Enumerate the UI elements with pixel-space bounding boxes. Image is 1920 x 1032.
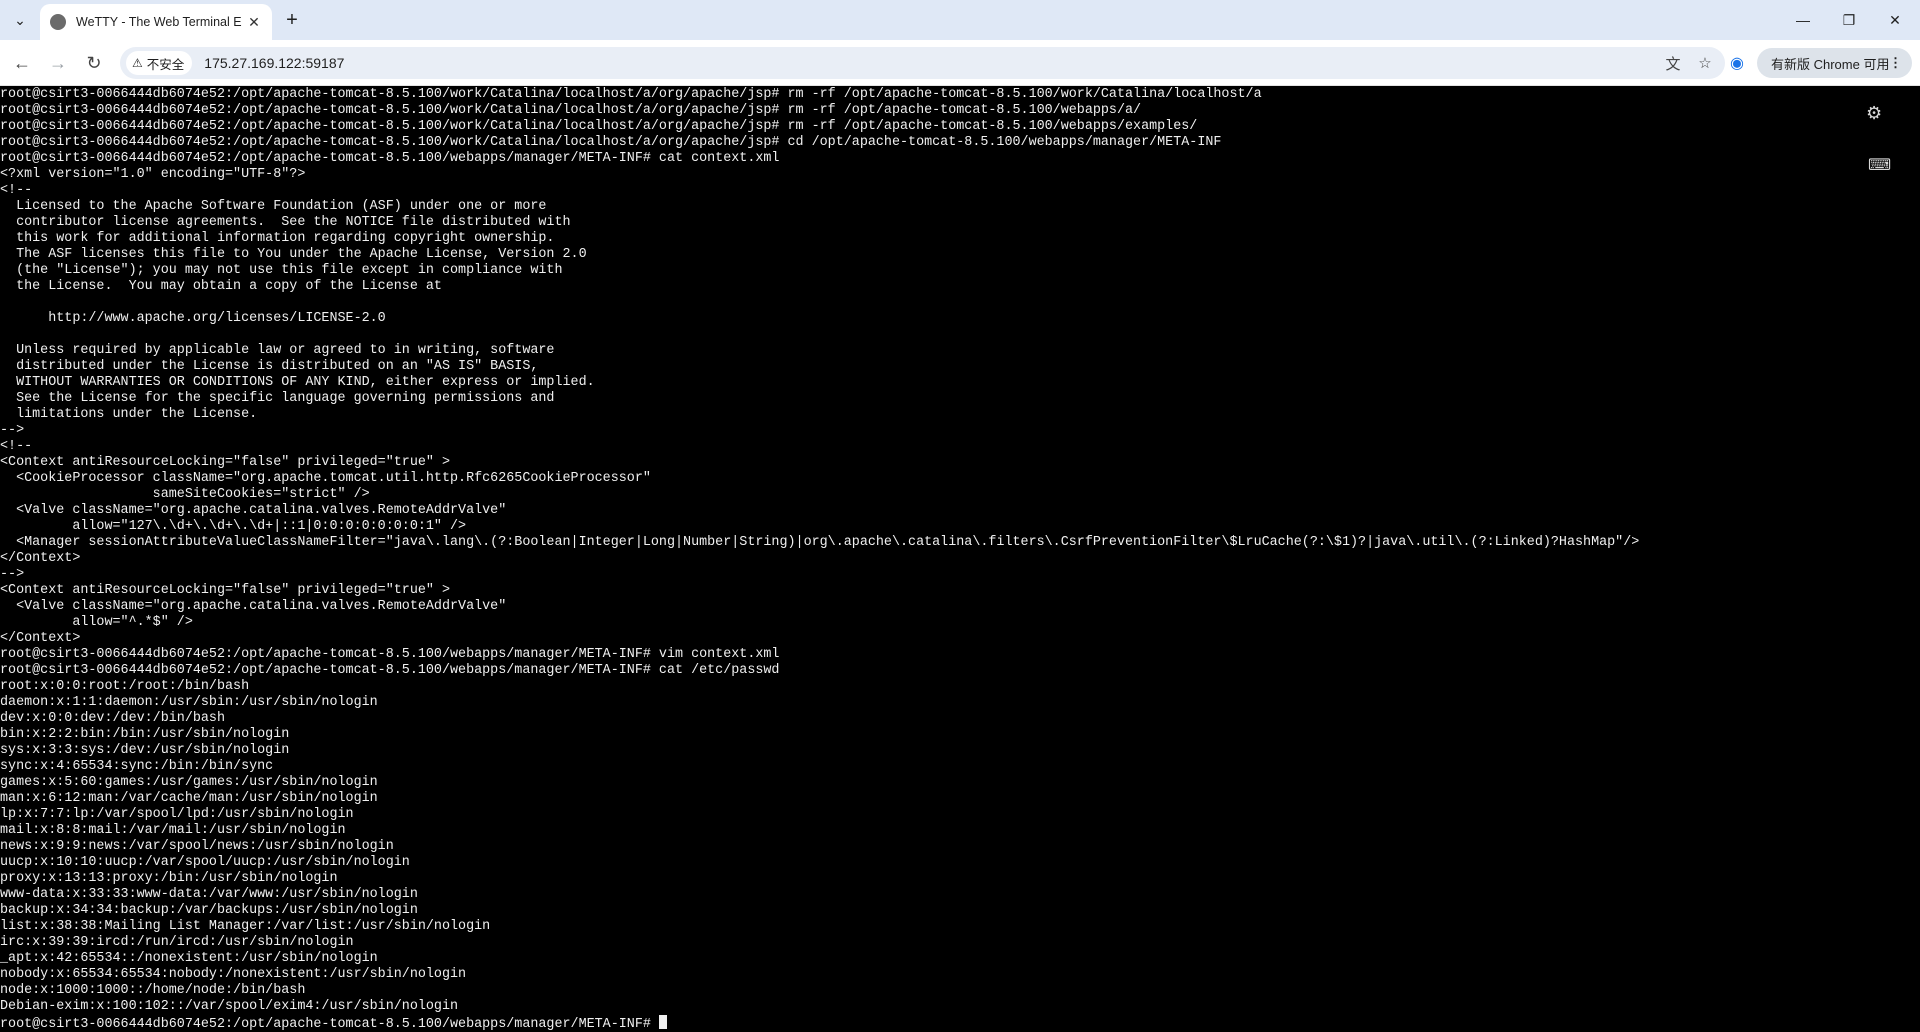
translate-icon[interactable]: 文 [1661,51,1685,75]
terminal-line: root@csirt3-0066444db6074e52:/opt/apache… [0,647,780,662]
profile-icon[interactable]: ◉ [1723,49,1751,77]
terminal-line: games:x:5:60:games:/usr/games:/usr/sbin/… [0,775,378,790]
terminal-line: See the License for the specific languag… [0,391,555,406]
security-chip[interactable]: ⚠ 不安全 [126,51,193,75]
tab-wetty[interactable]: WeTTY - The Web Terminal E ✕ [40,4,272,40]
terminal-line: the License. You may obtain a copy of th… [0,279,442,294]
terminal-line: WITHOUT WARRANTIES OR CONDITIONS OF ANY … [0,375,595,390]
restore-icon[interactable]: ❐ [1826,0,1872,40]
terminal-prompt: root@csirt3-0066444db6074e52:/opt/apache… [0,1017,659,1032]
terminal-line: </Context> [0,631,81,646]
terminal-line: man:x:6:12:man:/var/cache/man:/usr/sbin/… [0,791,378,806]
terminal-line: sync:x:4:65534:sync:/bin:/bin/sync [0,759,274,774]
terminal-line: backup:x:34:34:backup:/var/backups:/usr/… [0,903,418,918]
terminal-line: Licensed to the Apache Software Foundati… [0,199,547,214]
terminal-line: irc:x:39:39:ircd:/run/ircd:/usr/sbin/nol… [0,935,354,950]
url-text[interactable]: 175.27.169.122:59187 [204,55,344,71]
reload-icon[interactable]: ↻ [80,49,108,77]
terminal-line: nobody:x:65534:65534:nobody:/nonexistent… [0,967,467,982]
terminal-line: <!-- [0,183,33,198]
terminal-line: proxy:x:13:13:proxy:/bin:/usr/sbin/nolog… [0,871,338,886]
warning-icon: ⚠ [132,56,143,70]
terminal-line: <Valve className="org.apache.catalina.va… [0,599,507,614]
terminal-prompt-line[interactable]: root@csirt3-0066444db6074e52:/opt/apache… [0,1015,667,1032]
back-arrow-icon[interactable]: ← [8,49,36,77]
terminal-line: daemon:x:1:1:daemon:/usr/sbin:/usr/sbin/… [0,695,378,710]
terminal-line: bin:x:2:2:bin:/bin:/usr/sbin/nologin [0,727,290,742]
terminal-line: </Context> [0,551,81,566]
terminal-line: --> [0,567,25,582]
terminal-line: limitations under the License. [0,407,258,422]
terminal-line: The ASF licenses this file to You under … [0,247,587,262]
terminal-line: _apt:x:42:65534::/nonexistent:/usr/sbin/… [0,951,378,966]
terminal-line: <!-- [0,439,33,454]
terminal-line: news:x:9:9:news:/var/spool/news:/usr/sbi… [0,839,394,854]
terminal-line: uucp:x:10:10:uucp:/var/spool/uucp:/usr/s… [0,855,410,870]
terminal-line: lp:x:7:7:lp:/var/spool/lpd:/usr/sbin/nol… [0,807,354,822]
terminal-line: <Valve className="org.apache.catalina.va… [0,503,507,518]
chevron-down-icon[interactable]: ⌄ [8,8,32,32]
terminal-line: root@csirt3-0066444db6074e52:/opt/apache… [0,87,1262,102]
terminal-line: sameSiteCookies="strict" /> [0,487,370,502]
more-vert-icon[interactable]: ⋮ [1889,55,1902,71]
address-bar[interactable]: ⚠ 不安全 175.27.169.122:59187 文 ☆ [120,47,1725,79]
browser-toolbar: ← → ↻ ⚠ 不安全 175.27.169.122:59187 文 ☆ ◉ 有… [0,40,1920,86]
terminal-line: allow="^.*$" /> [0,615,193,630]
update-label: 有新版 Chrome 可用 [1771,56,1890,72]
terminal-line: <CookieProcessor className="org.apache.t… [0,471,651,486]
terminal-line: Unless required by applicable law or agr… [0,343,555,358]
terminal-line: root:x:0:0:root:/root:/bin/bash [0,679,250,694]
terminal-line: root@csirt3-0066444db6074e52:/opt/apache… [0,119,1198,134]
terminal-line: http://www.apache.org/licenses/LICENSE-2… [0,311,386,326]
terminal-line: distributed under the License is distrib… [0,359,539,374]
terminal-line: allow="127\.\d+\.\d+\.\d+|::1|0:0:0:0:0:… [0,519,467,534]
terminal-line: dev:x:0:0:dev:/dev:/bin/bash [0,711,225,726]
terminal-line: sys:x:3:3:sys:/dev:/usr/sbin/nologin [0,743,290,758]
terminal-cursor [658,1015,667,1029]
terminal-line: list:x:38:38:Mailing List Manager:/var/l… [0,919,491,934]
terminal-line: root@csirt3-0066444db6074e52:/opt/apache… [0,663,780,678]
keyboard-icon[interactable]: ⌨ [1868,155,1891,175]
globe-icon [50,14,66,30]
update-chrome-button[interactable]: 有新版 Chrome 可用 ⋮ [1757,48,1912,78]
terminal-line: Debian-exim:x:100:102::/var/spool/exim4:… [0,999,459,1014]
terminal-line: <Manager sessionAttributeValueClassNameF… [0,535,1640,550]
terminal-line: root@csirt3-0066444db6074e52:/opt/apache… [0,135,1222,150]
terminal-line: node:x:1000:1000::/home/node:/bin/bash [0,983,306,998]
close-window-icon[interactable]: ✕ [1872,0,1918,40]
terminal-output: root@csirt3-0066444db6074e52:/opt/apache… [0,87,1860,1015]
gears-icon[interactable]: ⚙ [1866,103,1882,124]
forward-arrow-icon[interactable]: → [44,49,72,77]
terminal-line: this work for additional information reg… [0,231,555,246]
tab-strip: ⌄ WeTTY - The Web Terminal E ✕ + — ❐ ✕ [0,0,1920,40]
plus-icon[interactable]: + [280,8,304,32]
minimize-icon[interactable]: — [1780,0,1826,40]
star-icon[interactable]: ☆ [1693,51,1717,75]
security-label: 不安全 [146,57,185,72]
terminal-line: contributor license agreements. See the … [0,215,571,230]
terminal-line: mail:x:8:8:mail:/var/mail:/usr/sbin/nolo… [0,823,346,838]
close-icon[interactable]: ✕ [244,12,264,32]
terminal-line: <?xml version="1.0" encoding="UTF-8"?> [0,167,306,182]
terminal-line: root@csirt3-0066444db6074e52:/opt/apache… [0,151,780,166]
terminal-line: <Context antiResourceLocking="false" pri… [0,455,450,470]
terminal[interactable]: root@csirt3-0066444db6074e52:/opt/apache… [0,87,1920,1032]
terminal-line: <Context antiResourceLocking="false" pri… [0,583,450,598]
terminal-line: root@csirt3-0066444db6074e52:/opt/apache… [0,103,1142,118]
terminal-line: www-data:x:33:33:www-data:/var/www:/usr/… [0,887,418,902]
terminal-line: (the "License"); you may not use this fi… [0,263,563,278]
terminal-line: --> [0,423,25,438]
tab-title: WeTTY - The Web Terminal E [76,15,242,29]
